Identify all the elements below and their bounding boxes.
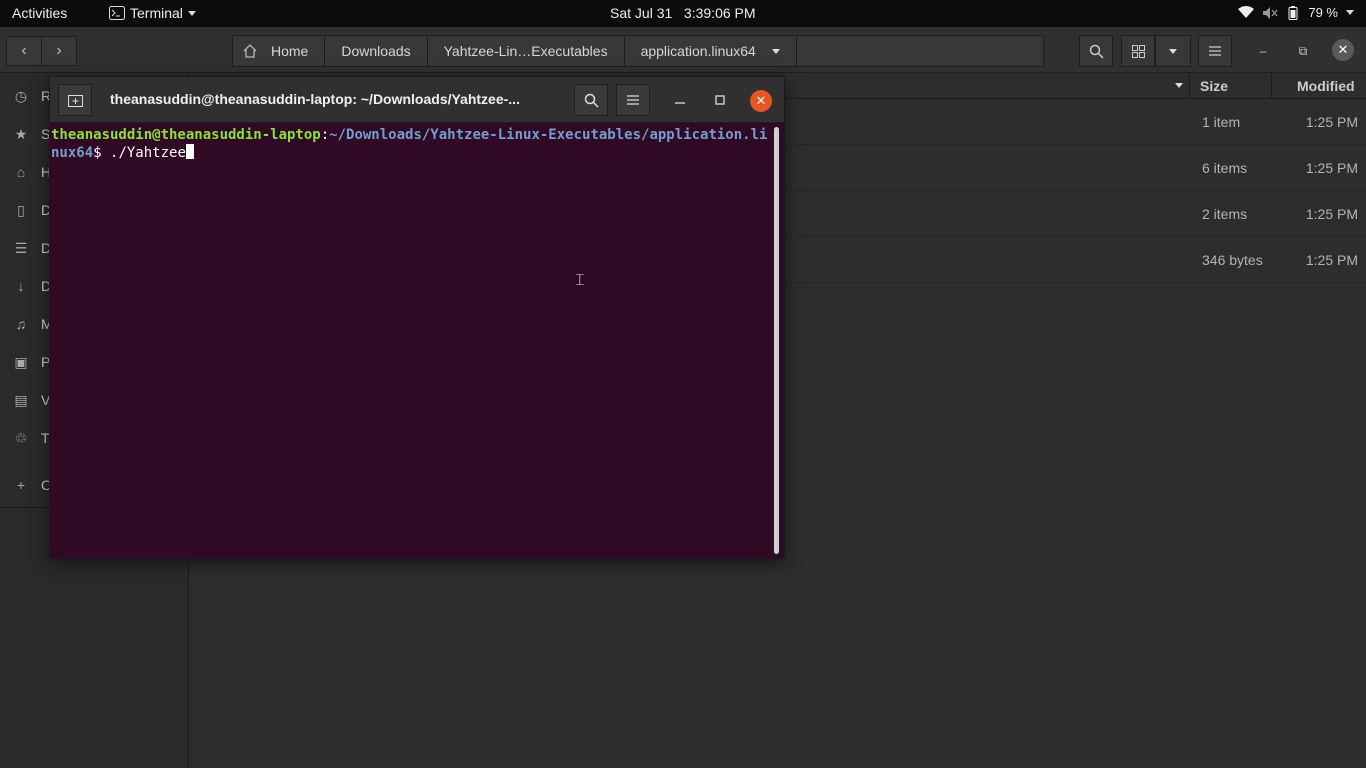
sidebar-item-home[interactable]: ⌂ H bbox=[13, 161, 51, 183]
path-yahtzee[interactable]: Yahtzee-Lin…Executables bbox=[428, 36, 625, 66]
text-cursor bbox=[185, 144, 194, 159]
path-downloads-label: Downloads bbox=[341, 43, 411, 59]
terminal-window: theanasuddin@theanasuddin-laptop: ~/Down… bbox=[50, 77, 784, 558]
row-size: 6 items bbox=[1202, 160, 1248, 176]
system-tray[interactable]: 79 % bbox=[1238, 5, 1354, 20]
terminal-icon bbox=[109, 6, 125, 20]
prompt-separator: : bbox=[320, 127, 330, 143]
restore-icon: ⧉ bbox=[1298, 43, 1308, 58]
row-modified: 1:25 PM bbox=[1305, 160, 1358, 176]
close-icon: ✕ bbox=[755, 93, 767, 108]
battery-percent: 79 % bbox=[1308, 5, 1338, 20]
battery-icon bbox=[1288, 5, 1298, 20]
row-size: 2 items bbox=[1202, 206, 1248, 222]
sidebar-item-downloads[interactable]: ↓ D bbox=[13, 275, 52, 297]
row-size: 1 item bbox=[1202, 114, 1241, 130]
terminal-title: theanasuddin@theanasuddin-laptop: ~/Down… bbox=[110, 91, 520, 107]
chevron-left-icon: ‹ bbox=[21, 42, 27, 59]
main-menu-button[interactable] bbox=[1198, 35, 1232, 67]
chevron-down-icon bbox=[1346, 10, 1354, 15]
document-icon: ☰ bbox=[14, 239, 28, 256]
sidebar-item-desktop[interactable]: ▯ D bbox=[13, 199, 51, 221]
sidebar-item-pictures[interactable]: ▣ Pi bbox=[13, 351, 53, 373]
video-icon: ▤ bbox=[14, 391, 28, 408]
sidebar-item-label: V bbox=[41, 392, 51, 408]
close-icon: ✕ bbox=[1337, 42, 1349, 57]
star-icon: ★ bbox=[14, 125, 28, 142]
volume-muted-icon bbox=[1263, 6, 1278, 19]
prompt-dollar: $ bbox=[93, 145, 111, 161]
picture-icon: ▣ bbox=[14, 353, 28, 370]
app-menu-label: Terminal bbox=[130, 5, 183, 21]
sidebar-item-other-locations[interactable]: + O bbox=[13, 474, 52, 496]
trash-icon: ♲ bbox=[14, 429, 28, 446]
terminal-output[interactable]: theanasuddin@theanasuddin-laptop:~/Downl… bbox=[51, 126, 773, 162]
row-size: 346 bytes bbox=[1202, 252, 1263, 268]
row-modified: 1:25 PM bbox=[1305, 114, 1358, 130]
top-bar: Activities Terminal Sat Jul 31 3:39:06 P… bbox=[0, 0, 1366, 27]
files-close-button[interactable]: ✕ bbox=[1332, 39, 1354, 61]
clock[interactable]: Sat Jul 31 3:39:06 PM bbox=[610, 5, 756, 21]
path-bar: Home Downloads Yahtzee-Lin…Executables a… bbox=[232, 35, 1044, 67]
path-home[interactable]: Home bbox=[233, 36, 326, 66]
download-icon: ↓ bbox=[17, 278, 25, 294]
activities-button[interactable]: Activities bbox=[12, 5, 67, 21]
search-button[interactable] bbox=[1079, 35, 1113, 67]
hamburger-icon bbox=[627, 95, 639, 105]
chevron-down-icon bbox=[1169, 48, 1177, 54]
sidebar-item-music[interactable]: ♫ M bbox=[13, 313, 53, 335]
terminal-scrollbar[interactable] bbox=[774, 127, 779, 554]
chevron-right-icon: › bbox=[56, 42, 62, 59]
restore-button[interactable]: ⧉ bbox=[1293, 41, 1313, 61]
minimize-button[interactable]: – bbox=[1253, 41, 1273, 61]
terminal-minimize-button[interactable] bbox=[670, 90, 690, 110]
search-icon bbox=[1089, 44, 1104, 59]
maximize-icon bbox=[715, 95, 725, 105]
sidebar-item-videos[interactable]: ▤ V bbox=[13, 389, 50, 411]
desktop-icon: ▯ bbox=[17, 201, 25, 218]
chevron-down-icon bbox=[187, 10, 196, 16]
view-options-button[interactable] bbox=[1155, 35, 1191, 67]
prompt-user: theanasuddin@theanasuddin-laptop bbox=[51, 127, 321, 143]
search-icon bbox=[584, 93, 599, 108]
path-current-label: application.linux64 bbox=[640, 43, 756, 59]
path-downloads[interactable]: Downloads bbox=[325, 36, 428, 66]
terminal-close-button[interactable]: ✕ bbox=[750, 90, 772, 112]
mouse-ibeam-icon: ⌶ bbox=[575, 270, 585, 289]
row-modified: 1:25 PM bbox=[1305, 252, 1358, 268]
home-icon bbox=[243, 44, 257, 58]
sidebar-item-trash[interactable]: ♲ Tr bbox=[13, 427, 54, 449]
sort-indicator-icon[interactable] bbox=[1175, 83, 1183, 88]
terminal-maximize-button[interactable] bbox=[710, 90, 730, 110]
clock-icon: ◷ bbox=[14, 87, 28, 104]
terminal-menu-button[interactable] bbox=[616, 84, 650, 116]
column-modified[interactable]: Modified bbox=[1297, 78, 1355, 94]
forward-button[interactable]: › bbox=[41, 36, 77, 66]
minimize-icon: – bbox=[1259, 44, 1267, 58]
new-tab-icon bbox=[67, 95, 83, 107]
music-icon: ♫ bbox=[15, 316, 27, 332]
terminal-headerbar: theanasuddin@theanasuddin-laptop: ~/Down… bbox=[50, 77, 784, 123]
command-text: ./Yahtzee bbox=[110, 145, 186, 161]
home-icon: ⌂ bbox=[16, 164, 26, 180]
grid-icon bbox=[1131, 44, 1145, 58]
row-modified: 1:25 PM bbox=[1305, 206, 1358, 222]
new-tab-button[interactable] bbox=[58, 84, 92, 116]
files-headerbar: ‹ › Home Downloads Yahtzee-Lin…Executabl… bbox=[0, 27, 1366, 73]
app-menu[interactable]: Terminal bbox=[109, 5, 196, 21]
path-yahtzee-label: Yahtzee-Lin…Executables bbox=[443, 43, 608, 59]
column-size[interactable]: Size bbox=[1200, 78, 1228, 94]
plus-icon: + bbox=[16, 477, 26, 493]
back-button[interactable]: ‹ bbox=[6, 36, 42, 66]
sidebar-item-starred[interactable]: ★ St bbox=[13, 123, 55, 145]
path-current[interactable]: application.linux64 bbox=[625, 36, 797, 66]
chevron-down-icon bbox=[771, 48, 780, 54]
path-home-label: Home bbox=[271, 43, 309, 59]
minimize-icon bbox=[675, 102, 685, 104]
view-grid-button[interactable] bbox=[1121, 35, 1155, 67]
wifi-icon bbox=[1238, 6, 1255, 18]
sidebar-item-documents[interactable]: ☰ D bbox=[13, 237, 51, 259]
hamburger-icon bbox=[1209, 46, 1221, 56]
terminal-search-button[interactable] bbox=[574, 84, 608, 116]
